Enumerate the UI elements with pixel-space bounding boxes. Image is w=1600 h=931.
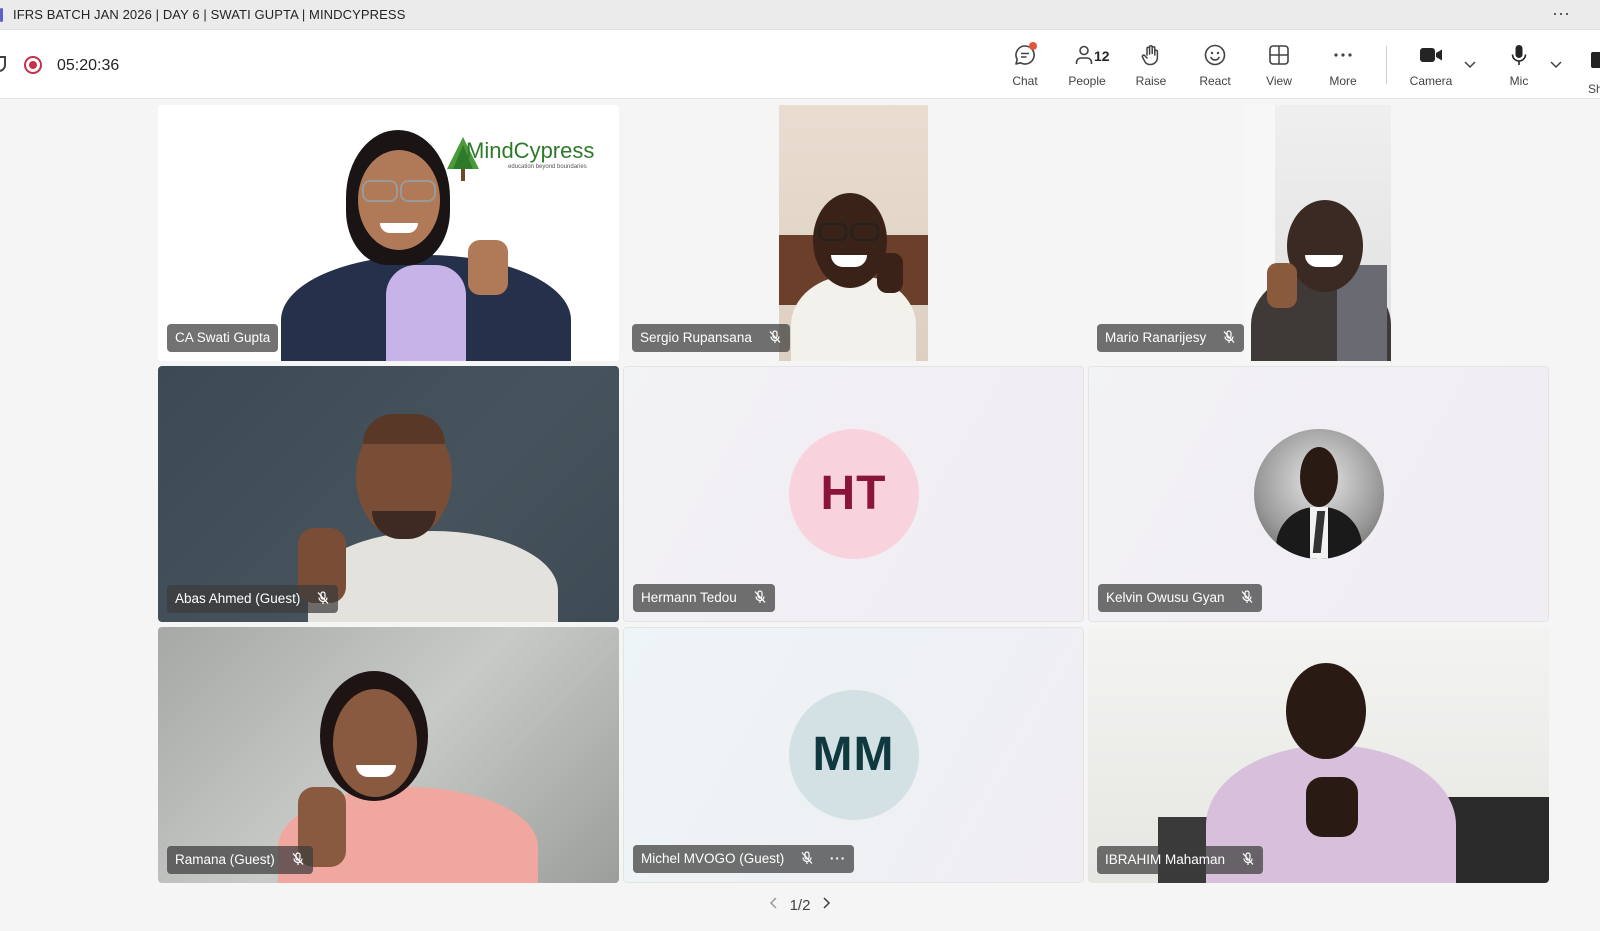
previous-page-chevron-icon[interactable] [763, 896, 785, 914]
people-icon: 12 [1058, 40, 1116, 70]
participant-avatar-initials: HT [788, 429, 919, 559]
people-count: 12 [1094, 48, 1110, 64]
participant-tile-hermann-tedou[interactable]: HT Hermann Tedou [623, 366, 1084, 622]
camera-options-chevron-icon[interactable] [1462, 56, 1478, 72]
mic-off-icon [1242, 852, 1254, 865]
chat-unread-badge [1029, 42, 1037, 50]
mic-off-icon [292, 852, 304, 865]
hand-icon [1122, 40, 1180, 70]
view-button[interactable]: View [1250, 40, 1308, 92]
mic-button[interactable]: Mic [1490, 40, 1548, 92]
mic-off-icon [1241, 590, 1253, 603]
camera-button[interactable]: Camera [1400, 40, 1462, 92]
window-title-bar: IFRS BATCH JAN 2026 | DAY 6 | SWATI GUPT… [0, 0, 1600, 30]
participant-name-tag: Hermann Tedou [633, 584, 775, 612]
toolbar-divider [1386, 46, 1387, 84]
participant-tile-ramana[interactable]: Ramana (Guest) [158, 627, 619, 883]
mic-off-icon [1223, 330, 1235, 343]
share-label: Sh [1588, 82, 1600, 96]
participant-name-tag: Mario Ranarijesy [1097, 324, 1245, 352]
participant-tile-abas-ahmed[interactable]: Abas Ahmed (Guest) [158, 366, 619, 622]
participant-name: IBRAHIM Mahaman [1105, 852, 1226, 867]
ellipsis-icon [1314, 40, 1372, 70]
people-button[interactable]: 12 People [1058, 40, 1116, 92]
participant-avatar-photo [1254, 429, 1384, 559]
participant-name: Hermann Tedou [641, 590, 737, 605]
share-icon [1591, 52, 1600, 68]
participant-video [779, 105, 928, 361]
mic-off-icon [317, 591, 329, 604]
participant-name-tag: Michel MVOGO (Guest) ··· [633, 845, 855, 873]
mic-off-icon [754, 590, 766, 603]
mic-label: Mic [1509, 74, 1529, 88]
microphone-icon [1490, 40, 1548, 70]
participant-name-tag: Abas Ahmed (Guest) [167, 585, 339, 613]
participant-name-tag: CA Swati Gupta [167, 324, 279, 352]
participant-video [158, 366, 619, 622]
mic-off-icon [801, 851, 813, 864]
participant-name: Abas Ahmed (Guest) [175, 591, 301, 606]
mic-options-chevron-icon[interactable] [1548, 56, 1564, 72]
chat-button[interactable]: Chat [996, 40, 1054, 92]
react-button[interactable]: React [1186, 40, 1244, 92]
recording-icon [24, 56, 42, 74]
meeting-toolbar: 05:20:36 Chat 12 People Raise React View… [0, 30, 1600, 99]
gallery-pager: 1/2 [0, 896, 1600, 914]
participant-name-tag: Sergio Rupansana [632, 324, 790, 352]
participant-tile-kelvin-owusu-gyan[interactable]: Kelvin Owusu Gyan [1088, 366, 1549, 622]
participant-video [1088, 627, 1549, 883]
page-indicator: 1/2 [789, 896, 811, 914]
participant-name: Kelvin Owusu Gyan [1106, 590, 1225, 605]
participant-video [158, 627, 619, 883]
participant-tile-mario-ranarijesy[interactable]: Mario Ranarijesy [1088, 105, 1549, 361]
participant-video [1245, 105, 1391, 361]
participant-more-options-icon[interactable]: ··· [830, 845, 847, 873]
raise-label: Raise [1135, 74, 1167, 88]
participant-name: Sergio Rupansana [640, 330, 752, 345]
video-camera-icon [1400, 40, 1462, 70]
window-title: IFRS BATCH JAN 2026 | DAY 6 | SWATI GUPT… [13, 7, 406, 22]
mic-off-icon [769, 330, 781, 343]
participant-tile-ibrahim-mahaman[interactable]: IBRAHIM Mahaman [1088, 627, 1549, 883]
participant-name: Michel MVOGO (Guest) [641, 851, 785, 866]
grid-view-icon [1250, 40, 1308, 70]
camera-label: Camera [1409, 74, 1453, 88]
share-button[interactable]: Sh [1588, 46, 1600, 96]
shield-icon [0, 56, 6, 72]
chat-icon [996, 40, 1054, 70]
mindcypress-logo-text: MindCypress [466, 138, 595, 163]
participant-tile-sergio-rupansana[interactable]: Sergio Rupansana [623, 105, 1084, 361]
participant-name: CA Swati Gupta [175, 330, 271, 345]
chat-label: Chat [1012, 74, 1038, 88]
raise-hand-button[interactable]: Raise [1122, 40, 1180, 92]
participant-name: Mario Ranarijesy [1105, 330, 1207, 345]
participant-tile-michel-mvogo[interactable]: MM Michel MVOGO (Guest) ··· [623, 627, 1084, 883]
view-label: View [1266, 74, 1292, 88]
participant-tile-swati-gupta[interactable]: MindCypress education beyond boundaries … [158, 105, 619, 361]
mindcypress-tagline: education beyond boundaries [508, 164, 587, 170]
react-label: React [1199, 74, 1231, 88]
meeting-timer: 05:20:36 [57, 57, 120, 74]
participant-name-tag: Ramana (Guest) [167, 846, 313, 874]
people-label: People [1068, 74, 1106, 88]
participant-avatar-initials: MM [788, 690, 919, 820]
participant-name: Ramana (Guest) [175, 852, 275, 867]
app-accent-bar [0, 8, 3, 22]
window-more-options-icon[interactable]: ··· [1552, 3, 1570, 24]
next-page-chevron-icon[interactable] [815, 896, 837, 914]
more-label: More [1329, 74, 1357, 88]
smiley-icon [1186, 40, 1244, 70]
participant-name-tag: Kelvin Owusu Gyan [1098, 584, 1263, 612]
participant-name-tag: IBRAHIM Mahaman [1097, 846, 1263, 874]
more-button[interactable]: More [1314, 40, 1372, 92]
